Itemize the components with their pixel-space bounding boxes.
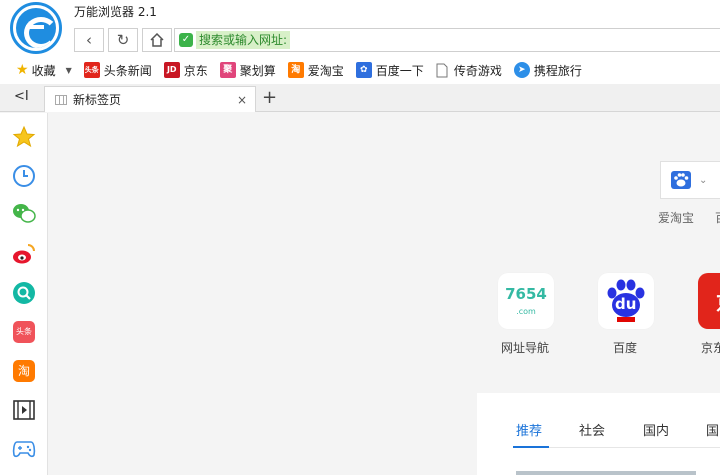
bookmark-baidu[interactable]: ✿ 百度一下 [355,62,424,79]
bookmark-juhuasuan[interactable]: 聚 聚划算 [219,62,276,79]
history-clock-icon[interactable] [12,164,36,188]
close-icon[interactable]: × [235,93,249,107]
site-label: 网址导航 [501,341,550,355]
weibo-icon[interactable] [12,242,36,266]
jd-icon: JD [163,62,180,78]
juhuasuan-icon: 聚 [219,62,236,78]
back-button[interactable]: ‹ [74,28,104,52]
shield-icon: ✓ [179,33,193,47]
refresh-icon: ↻ [116,31,130,49]
bookmark-taobao[interactable]: 淘 爱淘宝 [287,62,344,79]
bookmark-label: 爱淘宝 [307,63,344,78]
ctrip-icon: ➤ [513,62,530,78]
taobao-icon: 淘 [287,62,304,78]
bookmark-label: 百度一下 [375,63,424,78]
jd-logo-text: 京 [716,287,720,316]
site-label: 京东 [701,341,720,355]
chevron-down-icon: ⌄ [699,174,708,186]
news-tab-next[interactable]: 国 [706,420,719,439]
baidu-icon: ✿ [355,62,372,78]
bookmark-label: 京东 [183,63,208,78]
title-bar: 万能浏览器 2.1 ‹ ↻ ✓ 搜索或输入网址: [0,0,720,56]
site-tile-jd[interactable]: 京 [698,273,720,329]
bookmark-toutiao[interactable]: 头条 头条新闻 [83,62,152,79]
new-tab-page: ⌄ 爱淘宝 百 7654 .com 网址导航 du 百度 京 京东 推荐 社会 … [49,113,720,475]
bookmark-chuanqi[interactable]: 传奇游戏 [436,62,502,79]
home-icon [150,33,164,47]
gamepad-icon[interactable] [12,437,36,461]
7654-logo: 7654 .com [505,285,547,316]
toutiao-sidebar-icon[interactable]: 头条 [12,320,36,344]
bookmark-bar: ★ 收藏 ▼ 头条 头条新闻 JD 京东 聚 聚划算 淘 爱淘宝 ✿ 百度一下 … [0,56,720,84]
news-tab-society[interactable]: 社会 [579,420,605,439]
toutiao-icon: 头条 [83,62,100,78]
address-text: 搜索或输入网址: [196,31,291,49]
refresh-button[interactable]: ↻ [108,28,138,52]
engine-label[interactable]: 爱淘宝 [658,209,694,226]
site-label: 百度 [613,341,638,355]
bookmark-label: 聚划算 [239,63,276,78]
page-icon [436,63,448,77]
bookmark-label: 头条新闻 [103,63,152,78]
browser-logo [10,2,62,54]
bookmark-label: 携程旅行 [533,63,582,78]
bookmark-ctrip[interactable]: ➤ 携程旅行 [513,62,582,79]
sidebar-toggle-icon[interactable]: <I [14,89,29,104]
news-feed: 推荐 社会 国内 国 [477,393,720,475]
app-title: 万能浏览器 2.1 [74,5,157,19]
tab-new-tab[interactable]: 新标签页 × [44,86,256,112]
video-icon[interactable] [12,398,36,422]
news-tab-recommend[interactable]: 推荐 [516,420,542,439]
news-thumbnail[interactable] [516,471,696,475]
new-tab-button[interactable]: + [262,87,277,108]
address-bar[interactable]: ✓ 搜索或输入网址: [174,28,720,52]
paw-icon [671,171,691,189]
active-tab-underline [513,446,549,448]
bookmark-label: 收藏 [31,63,56,78]
bookmark-jd[interactable]: JD 京东 [163,62,208,79]
favorites-star-icon[interactable] [12,125,36,149]
site-tile-7654[interactable]: 7654 .com [498,273,554,329]
news-tab-domestic[interactable]: 国内 [643,420,669,439]
baidu-logo-text: du [615,295,637,313]
star-icon: ★ [16,62,29,78]
sidebar: 头条 淘 [0,113,48,475]
search-icon[interactable] [12,281,36,305]
chevron-down-icon[interactable]: ▼ [66,66,72,75]
grid-icon [55,94,67,105]
home-button[interactable] [142,28,172,52]
search-engine-selector[interactable]: ⌄ [660,161,720,199]
tab-bar: <I 新标签页 × + [0,84,720,112]
site-tile-baidu[interactable]: du [598,273,654,329]
back-arrow-icon: ‹ [86,31,92,49]
wechat-icon[interactable] [12,201,36,225]
bookmark-label: 传奇游戏 [453,63,502,78]
tab-title: 新标签页 [73,93,122,107]
bookmark-favorites[interactable]: ★ 收藏 ▼ [16,62,72,79]
taobao-sidebar-icon[interactable]: 淘 [12,359,36,383]
engine-label-next[interactable]: 百 [715,209,720,226]
